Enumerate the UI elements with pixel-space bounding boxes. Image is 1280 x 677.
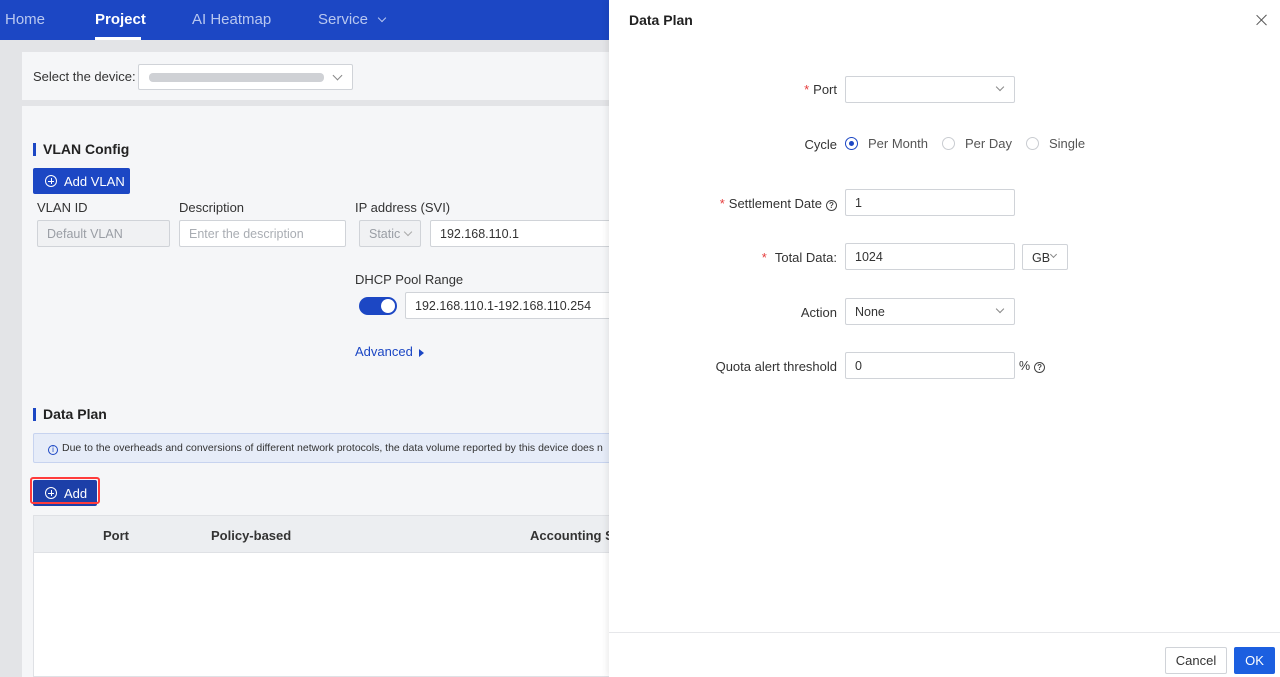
action-label: Action (800, 305, 837, 320)
nav-item-service[interactable]: Service (318, 11, 387, 28)
advanced-link[interactable]: Advanced (355, 344, 424, 359)
help-icon[interactable]: ? (1034, 362, 1046, 373)
vlan-id-field: Default VLAN (37, 220, 170, 247)
radio-single[interactable] (1025, 137, 1039, 150)
add-vlan-button[interactable]: Add VLAN (33, 168, 130, 194)
radio-per-month[interactable] (845, 137, 858, 150)
vlan-config-title: VLAN Config (33, 141, 129, 157)
help-icon[interactable]: ? (826, 200, 837, 211)
notice-text: Due to the overheads and conversions of … (62, 442, 603, 454)
required-marker: * (719, 196, 725, 211)
dhcp-range-input[interactable]: 192.168.110.1-192.168.110.254 (405, 292, 612, 319)
chevron-down-icon (403, 227, 413, 237)
radio-per-day[interactable] (941, 137, 955, 150)
ok-button[interactable]: OK (1234, 647, 1275, 674)
chevron-down-icon (1049, 250, 1058, 259)
chevron-down-icon (995, 82, 1005, 92)
close-icon[interactable] (1254, 12, 1270, 28)
chevron-down-icon (995, 304, 1005, 314)
advanced-link-label: Advanced (355, 344, 413, 359)
device-select-label: Select the device: (33, 69, 136, 84)
info-icon: i (48, 445, 58, 455)
port-label-text: Port (813, 82, 837, 97)
column-header-accounting: Accounting St (530, 528, 619, 543)
quota-unit: %? (1019, 359, 1046, 373)
ip-mode-select: Static (359, 220, 421, 247)
action-select[interactable]: None (845, 298, 1015, 325)
highlight-box (30, 477, 100, 504)
column-header-port: Port (103, 528, 129, 543)
total-data-label-text: Total Data: (774, 250, 837, 265)
device-select[interactable] (138, 64, 353, 90)
total-data-unit-select[interactable]: GB (1022, 244, 1068, 270)
ip-mode-value: Static (369, 227, 401, 241)
required-marker: * (761, 250, 767, 265)
port-select[interactable] (845, 76, 1015, 103)
quota-unit-text: % (1019, 359, 1031, 373)
data-plan-title: Data Plan (33, 406, 107, 422)
action-value: None (855, 305, 885, 319)
total-data-label: * Total Data: (762, 250, 837, 265)
add-vlan-label: Add VLAN (64, 173, 125, 189)
nav-item-service-label: Service (318, 11, 369, 28)
ip-address-input[interactable]: 192.168.110.1 (430, 220, 612, 247)
cycle-label: Cycle (804, 137, 837, 152)
nav-item-project[interactable]: Project (95, 11, 146, 28)
description-label: Description (179, 200, 245, 215)
dhcp-pool-label: DHCP Pool Range (355, 272, 464, 287)
quota-alert-label: Quota alert threshold (715, 359, 837, 374)
total-data-unit: GB (1032, 251, 1051, 265)
dhcp-toggle[interactable] (359, 297, 397, 315)
drawer-footer: Cancel OK (609, 632, 1280, 677)
data-plan-table-header: Port Policy-based Accounting St (33, 515, 623, 553)
settlement-date-label: * Settlement Date? (720, 196, 837, 211)
drawer-title: Data Plan (629, 12, 693, 28)
radio-per-day-label[interactable]: Per Day (965, 136, 1012, 151)
nav-item-ai-heatmap[interactable]: AI Heatmap (192, 11, 271, 28)
data-plan-notice: i Due to the overheads and conversions of… (33, 433, 623, 463)
description-input[interactable]: Enter the description (179, 220, 346, 247)
quota-alert-input[interactable]: 0 (845, 352, 1015, 379)
add-circle-icon (45, 175, 57, 187)
caret-right-icon (418, 348, 424, 357)
port-label: * Port (804, 82, 837, 97)
column-header-policy: Policy-based (211, 528, 292, 543)
chevron-down-icon (332, 70, 343, 81)
total-data-input[interactable]: 1024 (845, 243, 1015, 270)
cancel-button[interactable]: Cancel (1165, 647, 1227, 674)
radio-single-label[interactable]: Single (1049, 136, 1085, 151)
data-plan-drawer: Data Plan * Port Cycle Per Month Per Day … (609, 0, 1280, 677)
ip-address-label: IP address (SVI) (355, 200, 451, 215)
device-name-redacted (149, 73, 324, 82)
radio-per-month-label[interactable]: Per Month (868, 136, 928, 151)
settlement-date-input[interactable]: 1 (845, 189, 1015, 216)
nav-item-home[interactable]: Home (5, 11, 45, 28)
vlan-id-label: VLAN ID (37, 200, 88, 215)
chevron-down-icon (377, 13, 387, 23)
required-marker: * (804, 82, 810, 97)
cycle-radio-group: Per Month Per Day Single (845, 136, 1099, 151)
data-plan-table-body (33, 553, 623, 677)
settlement-label-text: Settlement Date (728, 196, 822, 211)
toggle-knob (381, 299, 395, 313)
